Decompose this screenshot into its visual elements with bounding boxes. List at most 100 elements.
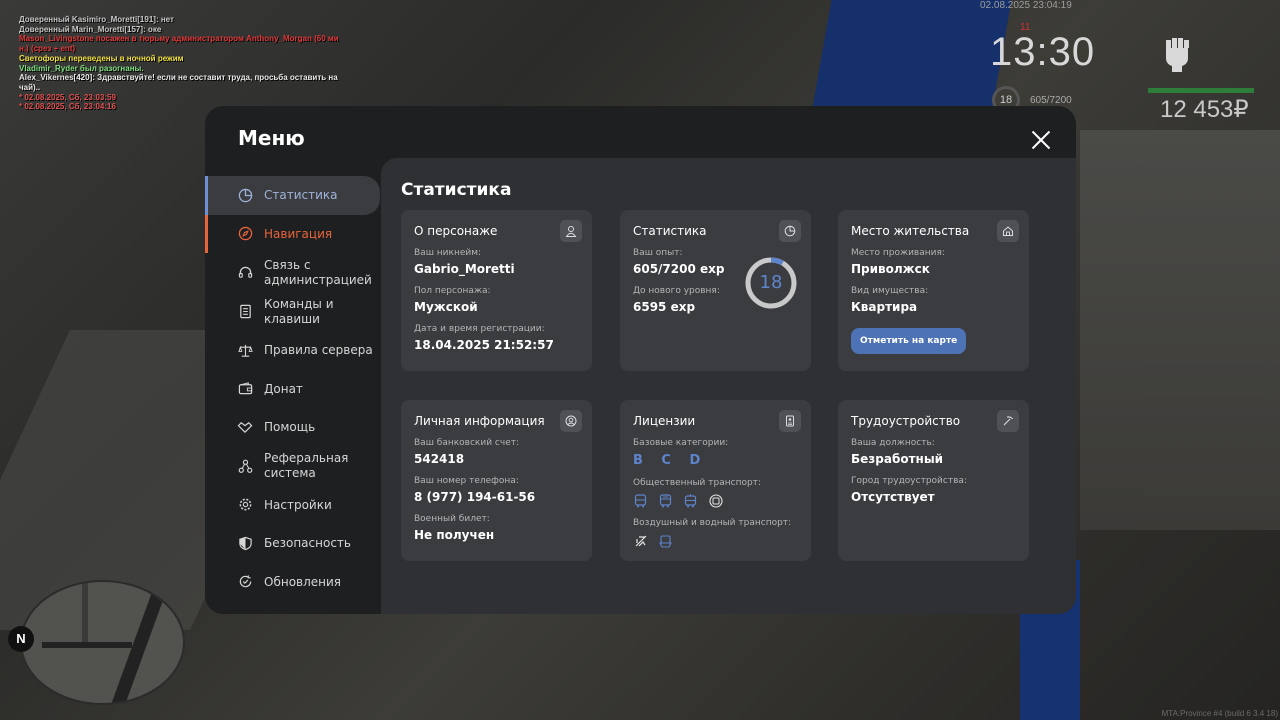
nav-label: Статистика bbox=[264, 188, 338, 203]
menu-window: Меню Статистика Навигация Связь с админи… bbox=[205, 106, 1076, 614]
server-watermark: MTA:Province #4 (build 6 3.4 18) bbox=[1161, 709, 1278, 718]
bus-icon bbox=[658, 493, 673, 508]
boat-icon bbox=[658, 533, 673, 548]
public-transport-icons bbox=[633, 493, 798, 508]
handshake-icon bbox=[237, 419, 253, 435]
military-value: Не получен bbox=[414, 528, 495, 542]
job-city-label: Город трудоустройства: bbox=[851, 476, 967, 486]
menu-sidebar: Статистика Навигация Связь с администрац… bbox=[205, 176, 380, 601]
gender-label: Пол персонажа: bbox=[414, 286, 491, 296]
nav-item-settings[interactable]: Настройки bbox=[205, 486, 380, 525]
background-wall bbox=[1080, 130, 1280, 530]
chat-line: Mason_Livingstone посажен в тюрьму админ… bbox=[19, 34, 339, 44]
refresh-check-icon bbox=[237, 574, 253, 590]
user-icon bbox=[560, 220, 582, 242]
nav-item-referral[interactable]: Реферальная система bbox=[205, 447, 380, 486]
nav-item-navigation[interactable]: Навигация bbox=[205, 214, 380, 254]
nav-item-donate[interactable]: Донат bbox=[205, 370, 380, 409]
compass-icon bbox=[237, 226, 253, 242]
air-water-label: Воздушный и водный транспорт: bbox=[633, 518, 792, 528]
card-title: Трудоустройство bbox=[851, 414, 961, 428]
shield-icon bbox=[237, 535, 253, 551]
nav-item-commands[interactable]: Команды и клавиши bbox=[205, 292, 380, 331]
nav-label: Обновления bbox=[264, 574, 342, 589]
chat-line: Светофоры переведены в ночной режим bbox=[19, 53, 184, 63]
registration-value: 18.04.2025 21:52:57 bbox=[414, 338, 554, 352]
level-number: 18 bbox=[759, 272, 783, 293]
card-title: Место жительства bbox=[851, 224, 970, 238]
nav-label: Навигация bbox=[264, 226, 333, 241]
home-icon bbox=[997, 220, 1019, 242]
bank-value: 542418 bbox=[414, 452, 465, 466]
chat-line: Доверенный Kasimiro_Moretti[191]: нет bbox=[19, 15, 174, 24]
base-categories-label: Базовые категории: bbox=[633, 438, 729, 448]
nickname-label: Ваш никнейм: bbox=[414, 248, 482, 258]
health-bar bbox=[1148, 88, 1254, 93]
north-indicator: N bbox=[8, 626, 34, 652]
nav-item-updates[interactable]: Обновления bbox=[205, 563, 380, 602]
position-label: Ваша должность: bbox=[851, 438, 935, 448]
nav-item-help[interactable]: Помощь bbox=[205, 408, 380, 447]
nav-label: Настройки bbox=[264, 497, 332, 512]
pie-chart-icon bbox=[779, 220, 801, 242]
gender-value: Мужской bbox=[414, 300, 478, 314]
network-icon bbox=[237, 458, 253, 474]
bus-icon bbox=[633, 493, 648, 508]
hud-clock: 13:30 bbox=[990, 30, 1096, 74]
chat-line: чай).. bbox=[19, 82, 41, 92]
chat-line: Доверенный Marin_Moretti[157]: оке bbox=[19, 24, 162, 34]
character-card: О персонаже Ваш никнейм: Gabrio_Moretti … bbox=[401, 210, 592, 371]
card-title: Статистика bbox=[633, 224, 707, 238]
card-title: О персонаже bbox=[414, 224, 498, 238]
gear-icon bbox=[237, 497, 253, 513]
personal-card: Личная информация Ваш банковский счет: 5… bbox=[401, 400, 592, 561]
nav-label: Донат bbox=[264, 381, 303, 396]
employment-card: Трудоустройство Ваша должность: Безработ… bbox=[838, 400, 1029, 561]
nav-label: Команды и клавиши bbox=[264, 296, 334, 326]
hud-money: 12 453₽ bbox=[1160, 96, 1249, 123]
mark-on-map-button[interactable]: Отметить на карте bbox=[851, 328, 967, 354]
job-city-value: Отсутствует bbox=[851, 490, 935, 504]
nickname-value: Gabrio_Moretti bbox=[414, 262, 515, 276]
place-value: Приволжск bbox=[851, 262, 930, 276]
air-water-icons bbox=[633, 533, 798, 548]
residence-card: Место жительства Место проживания: Приво… bbox=[838, 210, 1029, 371]
close-button[interactable] bbox=[1031, 130, 1051, 150]
content-panel: Статистика О персонаже Ваш никнейм: Gabr… bbox=[381, 158, 1076, 614]
bank-label: Ваш банковский счет: bbox=[414, 438, 520, 448]
pie-chart-icon bbox=[237, 187, 253, 203]
section-title: Статистика bbox=[401, 180, 512, 200]
nav-label: Помощь bbox=[264, 420, 316, 435]
scales-icon bbox=[237, 342, 253, 358]
fist-icon bbox=[1160, 34, 1194, 80]
phone-label: Ваш номер телефона: bbox=[414, 476, 519, 486]
id-card-icon bbox=[779, 410, 801, 432]
menu-title: Меню bbox=[238, 126, 305, 150]
nav-label: Связь с администрацией bbox=[264, 257, 372, 287]
level-progress-ring: 18 bbox=[744, 256, 798, 310]
trolleybus-icon bbox=[708, 493, 723, 508]
card-title: Личная информация bbox=[414, 414, 545, 428]
chat-line: н.) (срез + ent) bbox=[19, 44, 76, 54]
licenses-card: Лицензии Базовые категории: B C D Общест… bbox=[620, 400, 811, 561]
hud-exp: 605/7200 bbox=[1030, 95, 1072, 106]
chat-line: Vladimir_Ryder был разогнаны. bbox=[19, 63, 144, 73]
stats-card: Статистика Ваш опыт: 605/7200 exp До нов… bbox=[620, 210, 811, 371]
hud-datetime: 02.08.2025 23:04:19 bbox=[980, 0, 1072, 11]
property-value: Квартира bbox=[851, 300, 918, 314]
military-label: Военный билет: bbox=[414, 514, 490, 524]
card-title: Лицензии bbox=[633, 414, 696, 428]
pickaxe-icon bbox=[997, 410, 1019, 432]
nav-label: Реферальная система bbox=[264, 451, 349, 480]
nav-item-contact-admin[interactable]: Связь с администрацией bbox=[205, 253, 380, 292]
chat-log: Доверенный Kasimiro_Moretti[191]: нет Дов… bbox=[19, 15, 349, 112]
nav-label: Безопасность bbox=[264, 536, 351, 551]
nav-item-rules[interactable]: Правила сервера bbox=[205, 331, 380, 370]
nav-item-statistics[interactable]: Статистика bbox=[205, 176, 380, 215]
nav-item-security[interactable]: Безопасность bbox=[205, 524, 380, 563]
public-transport-label: Общественный транспорт: bbox=[633, 478, 761, 488]
chat-line: * 02.08.2025, Сб, 23:03:59 bbox=[19, 92, 116, 102]
registration-label: Дата и время регистрации: bbox=[414, 324, 545, 334]
place-label: Место проживания: bbox=[851, 248, 945, 258]
wallet-icon bbox=[237, 381, 253, 397]
